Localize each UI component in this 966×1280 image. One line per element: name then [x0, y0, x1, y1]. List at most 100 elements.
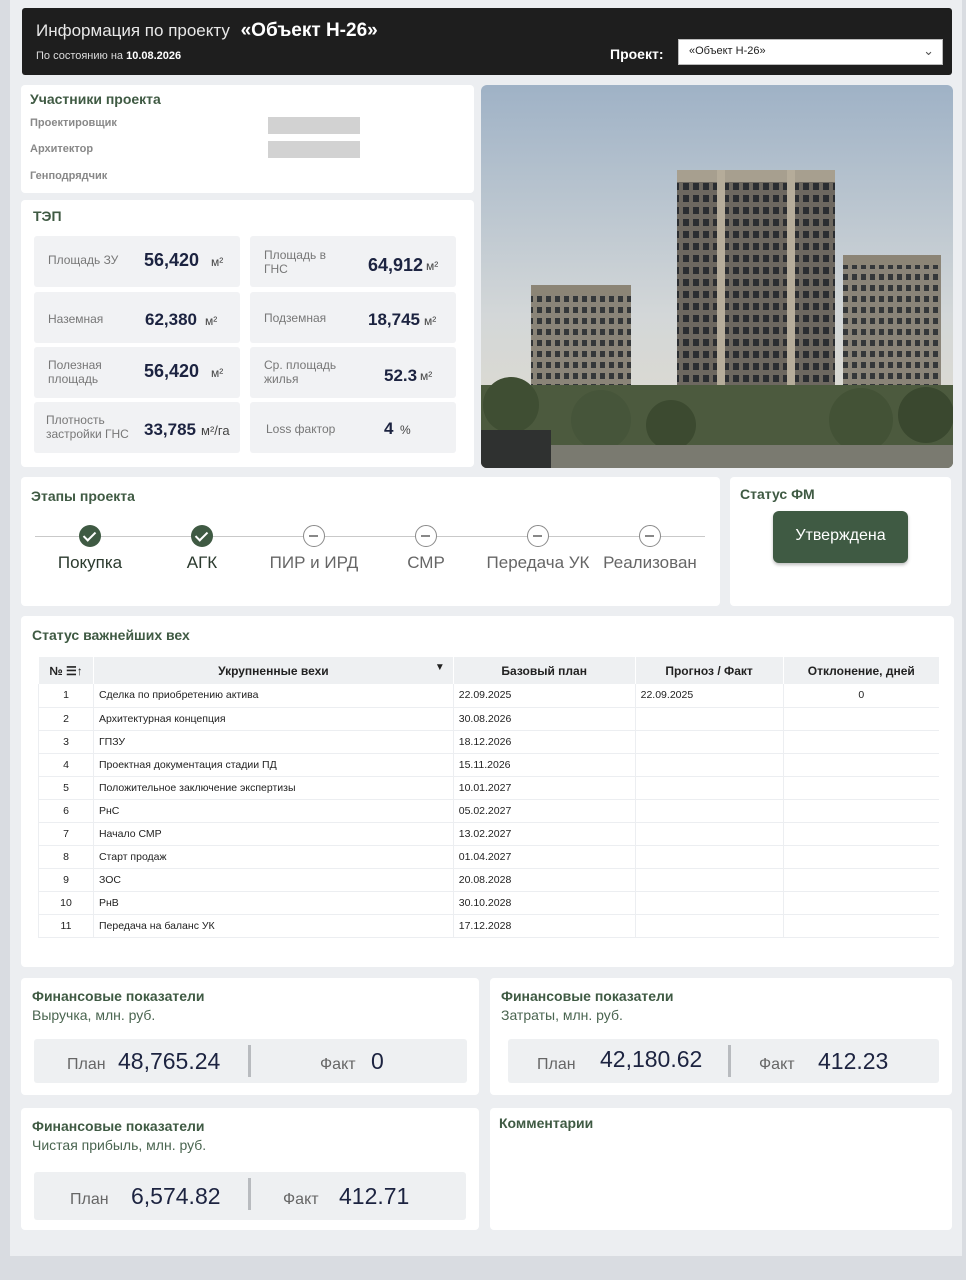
- tep-label: Площадь ЗУ: [48, 253, 119, 267]
- column-header-milestone[interactable]: Укрупненные вехи ▼: [92, 657, 454, 684]
- tep-panel: ТЭП Площадь ЗУ 56,420 м² Площадь в ГНС 6…: [21, 200, 474, 467]
- participants-panel: Участники проекта Проектировщик Архитект…: [21, 85, 474, 193]
- tep-unit: %: [400, 423, 411, 437]
- table-row[interactable]: 2 Архитектурная концепция 30.08.2026: [38, 707, 939, 731]
- check-circle-icon: [191, 525, 213, 547]
- row-number: 10: [38, 891, 94, 915]
- row-base-plan: 01.04.2027: [452, 845, 636, 869]
- tep-value: 33,785: [144, 420, 196, 439]
- row-deviation: [782, 891, 939, 915]
- column-header-number[interactable]: № ☰↑: [38, 657, 94, 684]
- row-base-plan: 18.12.2026: [452, 730, 636, 754]
- row-milestone: ГПЗУ: [92, 730, 454, 754]
- row-milestone: Проектная документация стадии ПД: [92, 753, 454, 777]
- plan-label: План: [537, 1056, 576, 1073]
- tep-value: 4: [384, 419, 394, 438]
- finance-costs-panel: Финансовые показатели Затраты, млн. руб.…: [490, 978, 952, 1095]
- row-forecast: [634, 891, 784, 915]
- column-header-deviation[interactable]: Отклонение, дней: [782, 657, 939, 684]
- table-row[interactable]: 11 Передача на баланс УК 17.12.2028: [38, 914, 939, 938]
- table-row[interactable]: 8 Старт продаж 01.04.2027: [38, 845, 939, 869]
- finance-title: Финансовые показатели: [501, 988, 674, 1004]
- tep-value: 18,745: [368, 310, 420, 329]
- row-number: 3: [38, 730, 94, 754]
- row-forecast: [634, 776, 784, 800]
- stage-label: АГК: [186, 553, 218, 572]
- row-deviation: [782, 822, 939, 846]
- participant-label-designer: Проектировщик: [30, 117, 117, 129]
- table-row[interactable]: 4 Проектная документация стадии ПД 15.11.2…: [38, 753, 939, 777]
- table-row[interactable]: 1 Сделка по приобретению актива 22.09.2025…: [38, 684, 939, 708]
- stage-agk: АГК: [147, 525, 257, 573]
- tep-label: Плотность застройки ГНС: [46, 413, 129, 441]
- row-base-plan: 13.02.2027: [452, 822, 636, 846]
- row-milestone: Начало СМР: [92, 822, 454, 846]
- row-number: 2: [38, 707, 94, 731]
- page-title-project: «Объект Н-26»: [240, 20, 378, 41]
- table-row[interactable]: 3 ГПЗУ 18.12.2026: [38, 730, 939, 754]
- participant-label-architect: Архитектор: [30, 143, 94, 155]
- row-number: 8: [38, 845, 94, 869]
- row-base-plan: 17.12.2028: [452, 914, 636, 938]
- row-milestone: РнС: [92, 799, 454, 823]
- tep-value: 56,420: [144, 250, 200, 270]
- row-number: 5: [38, 776, 94, 800]
- comments-title: Комментарии: [499, 1115, 594, 1131]
- tep-title: ТЭП: [33, 208, 62, 224]
- table-row[interactable]: 10 РнВ 30.10.2028: [38, 891, 939, 915]
- value-separator: [248, 1178, 251, 1210]
- column-header-label: Базовый план: [501, 663, 587, 678]
- row-forecast: [634, 799, 784, 823]
- tep-value: 62,380: [145, 310, 197, 329]
- tep-label: Площадь в ГНС: [264, 248, 326, 276]
- filter-icon[interactable]: ▼: [435, 662, 445, 673]
- row-forecast: [634, 730, 784, 754]
- row-base-plan: 10.01.2027: [452, 776, 636, 800]
- row-base-plan: 30.10.2028: [452, 891, 636, 915]
- column-header-base-plan[interactable]: Базовый план: [452, 657, 636, 684]
- check-circle-icon: [79, 525, 101, 547]
- fact-value: 0: [371, 1048, 384, 1074]
- row-number: 1: [38, 684, 94, 708]
- stage-pir-ird: ПИР и ИРД: [259, 525, 369, 573]
- fact-label: Факт: [320, 1056, 356, 1073]
- tep-card: Площадь ЗУ 56,420 м²: [34, 236, 240, 287]
- finance-title: Финансовые показатели: [32, 988, 205, 1004]
- row-deviation: [782, 707, 939, 731]
- finance-values-box: План 6,574.82 Факт 412.71: [34, 1172, 466, 1220]
- column-header-forecast[interactable]: Прогноз / Факт: [634, 657, 784, 684]
- milestones-table: № ☰↑ Укрупненные вехи ▼ Базовый план Прог…: [38, 657, 939, 938]
- tep-label: Наземная: [48, 312, 104, 326]
- table-row[interactable]: 6 РнС 05.02.2027: [38, 799, 939, 823]
- row-milestone: Старт продаж: [92, 845, 454, 869]
- value-separator: [728, 1045, 731, 1077]
- fm-status-badge: Утверждена: [773, 511, 908, 563]
- row-deviation: [782, 753, 939, 777]
- row-deviation: [782, 776, 939, 800]
- table-row[interactable]: 9 ЗОС 20.08.2028: [38, 868, 939, 892]
- project-select[interactable]: «Объект Н-26» ⌄: [678, 39, 943, 65]
- row-forecast: 22.09.2025: [634, 684, 784, 708]
- fact-value: 412.71: [339, 1183, 410, 1209]
- stage-label: СМР: [407, 553, 445, 572]
- stage-transfer-uk: Передача УК: [483, 525, 593, 573]
- project-building-photo: [481, 85, 953, 468]
- plan-value: 42,180.62: [600, 1046, 703, 1072]
- row-milestone: ЗОС: [92, 868, 454, 892]
- stage-label: ПИР и ИРД: [269, 553, 359, 572]
- table-row[interactable]: 7 Начало СМР 13.02.2027: [38, 822, 939, 846]
- table-header-row: № ☰↑ Укрупненные вехи ▼ Базовый план Прог…: [38, 657, 939, 684]
- row-base-plan: 30.08.2026: [452, 707, 636, 731]
- stage-smr: СМР: [371, 525, 481, 573]
- row-number: 7: [38, 822, 94, 846]
- row-deviation: [782, 730, 939, 754]
- tep-label: Ср. площадь жилья: [264, 358, 337, 386]
- row-forecast: [634, 707, 784, 731]
- table-row[interactable]: 5 Положительное заключение экспертизы 10.0…: [38, 776, 939, 800]
- participant-value-redacted: [268, 117, 360, 134]
- as-of-prefix: По состоянию на: [36, 50, 124, 62]
- fact-label: Факт: [759, 1056, 795, 1073]
- finance-profit-panel: Финансовые показатели Чистая прибыль, мл…: [21, 1108, 479, 1230]
- column-header-label: Отклонение, дней: [807, 663, 915, 678]
- tep-label: Подземная: [264, 311, 327, 325]
